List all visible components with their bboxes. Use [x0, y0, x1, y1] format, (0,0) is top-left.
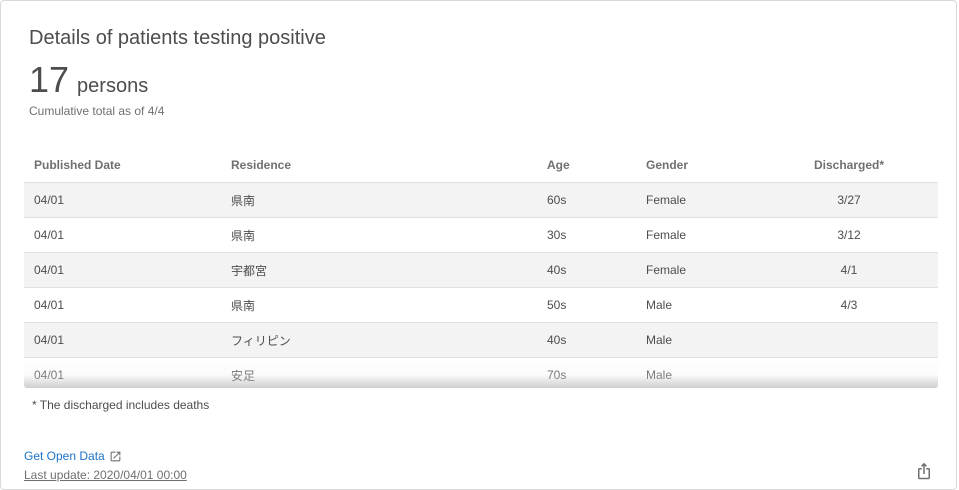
total-note: Cumulative total as of 4/4 — [29, 104, 165, 118]
column-header-gender[interactable]: Gender — [636, 148, 760, 183]
table-row: 04/01 宇都宮 40s Female 4/1 — [24, 252, 938, 288]
table-row: 04/01 安足 70s Male — [24, 357, 938, 387]
cell-discharged: 3/27 — [760, 182, 938, 218]
cell-published-date: 04/01 — [24, 322, 221, 358]
cell-gender: Male — [636, 287, 760, 323]
cell-residence: 県南 — [221, 217, 537, 253]
cell-published-date: 04/01 — [24, 357, 221, 387]
cell-residence: 宇都宮 — [221, 252, 537, 288]
cell-age: 40s — [537, 252, 636, 288]
total-count: 17 persons — [29, 59, 148, 101]
open-data-link[interactable]: Get Open Data — [24, 449, 122, 463]
cell-discharged: 3/12 — [760, 217, 938, 253]
table-row: 04/01 県南 30s Female 3/12 — [24, 217, 938, 253]
patients-table: Published Date Residence Age Gender Disc… — [24, 148, 938, 387]
cell-discharged — [760, 322, 938, 358]
column-header-discharged[interactable]: Discharged* — [760, 148, 938, 183]
cell-age: 70s — [537, 357, 636, 387]
cell-residence: フィリピン — [221, 322, 537, 358]
cell-age: 50s — [537, 287, 636, 323]
open-data-label: Get Open Data — [24, 449, 105, 463]
cell-gender: Female — [636, 217, 760, 253]
cell-residence: 県南 — [221, 182, 537, 218]
column-header-age[interactable]: Age — [537, 148, 636, 183]
column-header-residence[interactable]: Residence — [221, 148, 537, 183]
external-link-icon — [110, 451, 121, 461]
cell-gender: Male — [636, 357, 760, 387]
total-unit: persons — [77, 75, 149, 97]
patients-table-container[interactable]: Published Date Residence Age Gender Disc… — [24, 148, 938, 387]
cell-residence: 安足 — [221, 357, 537, 387]
cell-residence: 県南 — [221, 287, 537, 323]
total-value: 17 — [29, 59, 70, 100]
cell-age: 60s — [537, 182, 636, 218]
table-row: 04/01 フィリピン 40s Male — [24, 322, 938, 358]
cell-published-date: 04/01 — [24, 182, 221, 218]
patients-card: Details of patients testing positive 17 p… — [0, 0, 957, 490]
cell-age: 40s — [537, 322, 636, 358]
cell-gender: Female — [636, 252, 760, 288]
card-title: Details of patients testing positive — [29, 27, 326, 49]
share-icon[interactable] — [915, 462, 933, 480]
table-row: 04/01 県南 60s Female 3/27 — [24, 182, 938, 218]
cell-discharged: 4/3 — [760, 287, 938, 323]
table-row: 04/01 県南 50s Male 4/3 — [24, 287, 938, 323]
cell-published-date: 04/01 — [24, 217, 221, 253]
discharged-footnote: * The discharged includes deaths — [32, 398, 210, 412]
cell-age: 30s — [537, 217, 636, 253]
table-header-row: Published Date Residence Age Gender Disc… — [24, 148, 938, 183]
cell-discharged: 4/1 — [760, 252, 938, 288]
cell-published-date: 04/01 — [24, 287, 221, 323]
cell-gender: Male — [636, 322, 760, 358]
cell-gender: Female — [636, 182, 760, 218]
cell-published-date: 04/01 — [24, 252, 221, 288]
column-header-published-date[interactable]: Published Date — [24, 148, 221, 183]
cell-discharged — [760, 357, 938, 387]
